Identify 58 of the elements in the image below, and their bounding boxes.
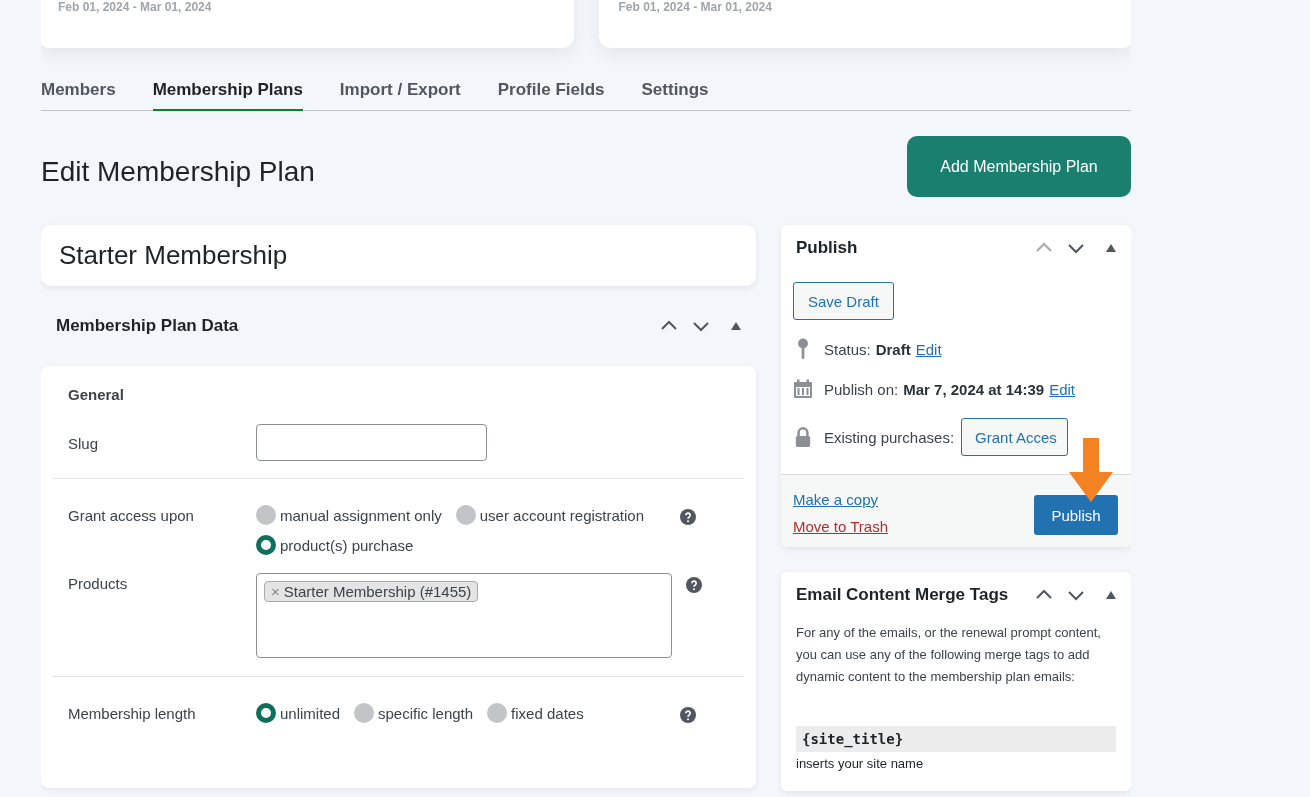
radio-button[interactable] bbox=[256, 505, 276, 525]
save-draft-button[interactable]: Save Draft bbox=[793, 282, 894, 320]
radio-button[interactable] bbox=[487, 703, 508, 723]
status-label: Status: bbox=[824, 340, 871, 358]
arrow-icon bbox=[1069, 438, 1113, 502]
edit-link[interactable]: Edit bbox=[915, 340, 942, 358]
tab[interactable]: Profile Fields bbox=[497, 77, 605, 111]
merge-tag-description: inserts your site name bbox=[796, 756, 925, 771]
radio-label: unlimited bbox=[280, 704, 341, 722]
field-label: Grant access upon bbox=[68, 506, 195, 524]
collapse-icon[interactable] bbox=[1106, 591, 1116, 599]
product-tag: × Starter Membership (#1455) bbox=[264, 581, 479, 602]
radio-label: manual assignment only bbox=[280, 506, 442, 524]
radio-label: product(s) purchase bbox=[280, 536, 414, 554]
panel-title: Publish bbox=[796, 238, 858, 258]
field-label: Products bbox=[68, 574, 129, 592]
merge-tag: {site_title} bbox=[796, 726, 1116, 752]
radio-button[interactable] bbox=[256, 703, 276, 723]
help-icon[interactable] bbox=[680, 509, 696, 525]
collapse-icon[interactable] bbox=[731, 322, 741, 330]
radio-button[interactable] bbox=[256, 535, 276, 555]
radio-button[interactable] bbox=[455, 505, 476, 525]
date-range: Feb 01, 2024 - Mar 01, 2024 bbox=[58, 0, 212, 14]
tab[interactable]: Settings bbox=[641, 77, 709, 111]
section-title: General bbox=[67, 386, 125, 403]
date-range: Feb 01, 2024 - Mar 01, 2024 bbox=[618, 0, 772, 14]
trash-link[interactable]: Move to Trash bbox=[793, 518, 889, 535]
copy-link[interactable]: Make a copy bbox=[793, 491, 889, 508]
tab[interactable]: Membership Plans bbox=[152, 77, 303, 111]
collapse-icon[interactable] bbox=[1106, 244, 1116, 252]
panel-title: Membership Plan Data bbox=[56, 316, 239, 336]
edit-link[interactable]: Edit bbox=[1049, 380, 1075, 398]
grant-access-button[interactable]: Grant Acces bbox=[961, 418, 1068, 456]
radio-label: specific length bbox=[378, 704, 474, 722]
help-icon[interactable] bbox=[686, 577, 702, 593]
title-field[interactable]: Starter Membership bbox=[41, 225, 756, 286]
panel-title: Email Content Merge Tags bbox=[796, 585, 1009, 605]
purchases-label: Existing purchases: bbox=[824, 428, 955, 446]
remove-icon[interactable]: × bbox=[271, 583, 280, 600]
publish-button[interactable]: Publish bbox=[1034, 495, 1118, 535]
add-plan-button[interactable]: Add Membership Plan bbox=[907, 136, 1131, 197]
radio-label: fixed dates bbox=[511, 704, 584, 722]
products-field[interactable]: × Starter Membership (#1455) bbox=[256, 573, 672, 658]
field-label: Slug bbox=[68, 434, 100, 452]
radio-button[interactable] bbox=[354, 703, 375, 723]
publish-date: Mar 7, 2024 at 14:39 bbox=[903, 380, 1045, 398]
page-title: Edit Membership Plan bbox=[41, 154, 315, 188]
status-value: Draft bbox=[875, 340, 911, 358]
help-icon[interactable] bbox=[680, 707, 696, 723]
slug-field[interactable] bbox=[256, 424, 487, 461]
calendar-icon bbox=[793, 378, 813, 400]
publish-on-label: Publish on: bbox=[824, 380, 899, 398]
field-label: Membership length bbox=[68, 704, 197, 722]
radio-label: user account registration bbox=[479, 506, 645, 524]
merge-tags-description: For any of the emails, or the renewal prompt content, you can use any of the following merge tags to add dynamic content to the membership plan emails: bbox=[796, 624, 1102, 686]
lock-icon bbox=[793, 426, 813, 448]
tab[interactable]: Import / Export bbox=[339, 77, 461, 111]
tab[interactable]: Members bbox=[41, 77, 116, 111]
